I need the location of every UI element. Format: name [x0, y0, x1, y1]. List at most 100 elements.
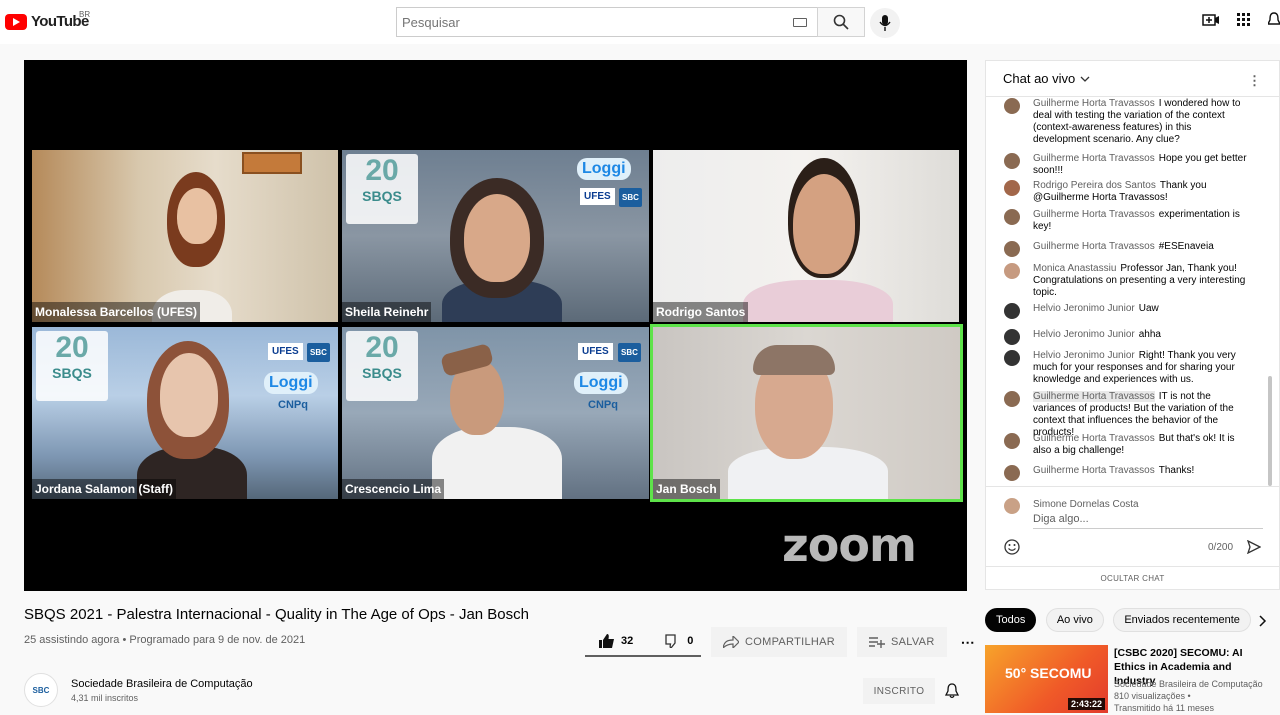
chat-message: Guilherme Horta Travassos Thanks! [1004, 465, 1249, 481]
hide-chat-button[interactable]: OCULTAR CHAT [986, 574, 1279, 583]
sbqs-logo: 20 SBQS [346, 331, 418, 401]
person-body [743, 280, 893, 322]
chat-title[interactable]: Chat ao vivo [1003, 71, 1075, 86]
search-button[interactable] [817, 7, 865, 37]
chat-author[interactable]: Helvio Jeronimo Junior [1033, 303, 1135, 314]
youtube-logo[interactable]: YouTube BR [5, 10, 91, 30]
chat-message-body: Helvio Jeronimo Junior Uaw [1033, 303, 1249, 315]
chat-author[interactable]: Monica Anastassiu [1033, 263, 1116, 274]
video-actions: 32 0 COMPARTILHAR SALVAR ⋯ [585, 627, 975, 657]
more-options-icon[interactable]: ⋮ [1248, 73, 1261, 89]
chevron-right-icon[interactable] [1259, 615, 1267, 627]
create-video-icon[interactable] [1202, 12, 1220, 28]
person-face [464, 194, 530, 282]
chat-author[interactable]: Guilherme Horta Travassos [1033, 241, 1155, 252]
chat-message-body: Monica Anastassiu Professor Jan, Thank yo… [1033, 263, 1249, 299]
save-button[interactable]: SALVAR [856, 627, 947, 657]
apps-grid-icon[interactable] [1236, 12, 1252, 28]
chevron-down-icon[interactable] [1080, 75, 1090, 83]
ufes-logo: UFES [580, 188, 615, 205]
related-channel: Sociedade Brasileira de Computação [1114, 679, 1263, 689]
notifications-bell-icon[interactable] [1268, 12, 1280, 28]
chat-author[interactable]: Guilherme Horta Travassos [1033, 209, 1155, 220]
share-icon [723, 636, 739, 648]
ufes-logo: UFES [578, 343, 613, 360]
chip-all[interactable]: Todos [985, 608, 1037, 632]
top-bar: YouTube BR Pesquisar [0, 0, 1280, 44]
search-icon [833, 14, 849, 30]
char-counter: 0/200 [1208, 542, 1234, 553]
mic-button[interactable] [870, 8, 900, 38]
chat-message: Guilherme Horta Travassos experimentation… [1004, 209, 1249, 233]
chat-author[interactable]: Guilherme Horta Travassos [1033, 465, 1155, 476]
chat-message-body: Guilherme Horta Travassos I wondered how … [1033, 98, 1249, 146]
related-meta: Sociedade Brasileira de Computação 810 v… [1114, 678, 1263, 714]
chat-message: Guilherme Horta Travassos But that's ok! … [1004, 433, 1249, 457]
chat-author[interactable]: Guilherme Horta Travassos [1033, 153, 1155, 164]
keyboard-icon[interactable] [793, 17, 807, 27]
cnpq-logo: CNPq [278, 399, 308, 411]
filter-chips: Todos Ao vivo Enviados recentemente [985, 608, 1256, 632]
dislike-icon[interactable] [665, 634, 679, 648]
channel-avatar[interactable]: SBC [24, 673, 58, 707]
avatar [1004, 350, 1020, 366]
chat-message-body: Guilherme Horta Travassos But that's ok! … [1033, 433, 1249, 457]
search-input[interactable]: Pesquisar [396, 7, 817, 37]
emoji-icon[interactable] [1004, 539, 1020, 555]
chat-message-body: Guilherme Horta Travassos IT is not the v… [1033, 391, 1249, 439]
chat-message: Guilherme Horta Travassos I wondered how … [1004, 98, 1249, 146]
participant-tile: 20 SBQS UFES SBC Loggi CNPq Crescencio L… [342, 327, 649, 499]
sbqs-logo: 20 SBQS [36, 331, 108, 401]
wall-painting [242, 152, 302, 174]
chat-message-body: Helvio Jeronimo Junior Right! Thank you v… [1033, 350, 1249, 386]
loggi-logo: Loggi [574, 372, 628, 394]
chat-message: Helvio Jeronimo Junior ahha [1004, 329, 1249, 345]
participant-name: Sheila Reinehr [342, 302, 432, 322]
subscribed-button[interactable]: INSCRITO [863, 678, 935, 704]
country-code: BR [79, 10, 91, 19]
chip-live[interactable]: Ao vivo [1045, 608, 1104, 632]
participant-tile: 20 SBQS Loggi UFES SBC Sheila Reinehr [342, 150, 649, 322]
notification-bell-icon[interactable] [945, 683, 959, 699]
participant-name: Monalessa Barcellos (UFES) [32, 302, 201, 322]
participant-name: Jan Bosch [653, 479, 720, 499]
video-player[interactable]: Monalessa Barcellos (UFES) 20 SBQS Loggi… [24, 60, 967, 591]
chat-message-body: Guilherme Horta Travassos experimentation… [1033, 209, 1249, 233]
video-duration: 2:43:22 [1067, 698, 1105, 710]
chat-author[interactable]: Guilherme Horta Travassos [1033, 98, 1155, 109]
person-hair [753, 345, 835, 375]
avatar [1004, 241, 1020, 257]
playlist-add-icon [868, 637, 885, 648]
chip-recent[interactable]: Enviados recentemente [1113, 608, 1251, 632]
chat-author[interactable]: Helvio Jeronimo Junior [1033, 329, 1135, 340]
chat-author[interactable]: Guilherme Horta Travassos [1033, 391, 1155, 402]
sbqs-logo: 20 SBQS [346, 154, 418, 224]
avatar [1004, 391, 1020, 407]
avatar [1004, 465, 1020, 481]
chat-message-body: Guilherme Horta Travassos Thanks! [1033, 465, 1249, 477]
chat-message: Guilherme Horta Travassos IT is not the v… [1004, 391, 1249, 439]
related-thumbnail[interactable]: 50° SECOMU 2:43:22 [985, 645, 1108, 713]
participant-tile: Rodrigo Santos [653, 150, 959, 322]
chat-author[interactable]: Rodrigo Pereira dos Santos [1033, 180, 1156, 191]
channel-name[interactable]: Sociedade Brasileira de Computação [71, 678, 253, 690]
chat-scrollbar[interactable] [1268, 376, 1272, 486]
search-placeholder: Pesquisar [402, 14, 460, 30]
chat-message-body: Rodrigo Pereira dos Santos Thank you @Gui… [1033, 180, 1249, 204]
participant-name: Rodrigo Santos [653, 302, 749, 322]
sbc-logo: SBC [618, 343, 641, 362]
chat-message: Rodrigo Pereira dos Santos Thank you @Gui… [1004, 180, 1249, 204]
like-count: 32 [621, 635, 634, 647]
chat-input[interactable]: Diga algo... [1033, 513, 1263, 529]
avatar [1004, 153, 1020, 169]
chat-author[interactable]: Guilherme Horta Travassos [1033, 433, 1155, 444]
related-views: 810 visualizações • [1114, 691, 1191, 701]
send-icon[interactable] [1247, 540, 1261, 554]
sbc-logo: SBC [307, 343, 330, 362]
share-button[interactable]: COMPARTILHAR [711, 627, 847, 657]
participant-tile: 20 SBQS UFES SBC Loggi CNPq Jordana Sala… [32, 327, 338, 499]
chat-author[interactable]: Helvio Jeronimo Junior [1033, 350, 1135, 361]
chat-message: Monica Anastassiu Professor Jan, Thank yo… [1004, 263, 1249, 299]
like-icon[interactable] [599, 634, 615, 648]
more-actions-icon[interactable]: ⋯ [961, 634, 975, 651]
